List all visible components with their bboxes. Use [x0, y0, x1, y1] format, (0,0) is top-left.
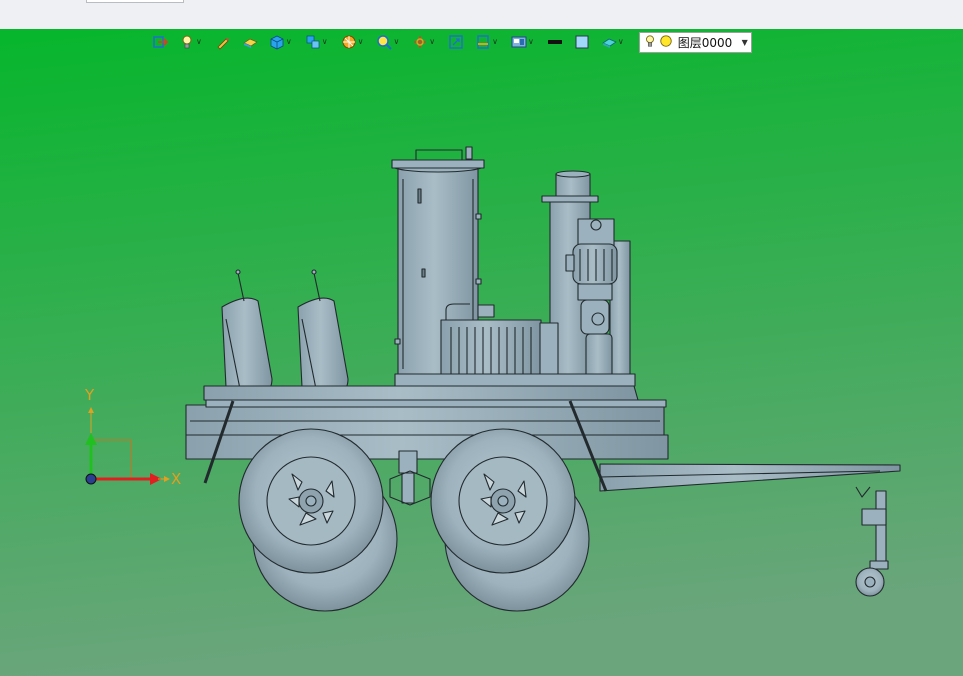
toolbar-button-shaded-solid[interactable] [240, 32, 260, 52]
toolbar-button-zoom-view[interactable]: ∨ [374, 32, 401, 52]
light-bulb-icon[interactable] [643, 34, 657, 51]
chevron-down-icon[interactable]: ∨ [196, 38, 202, 46]
render-sphere-icon [341, 34, 357, 50]
chevron-down-icon[interactable]: ∨ [322, 38, 328, 46]
chevron-down-icon[interactable]: ∨ [492, 38, 498, 46]
layer-select[interactable]: 图层0000 ▼ [638, 31, 752, 53]
toolbar-button-face-color[interactable] [572, 32, 592, 52]
3d-viewport[interactable]: X Y [0, 29, 963, 676]
multi-cube-icon [305, 34, 321, 50]
zoom-view-icon [376, 34, 393, 50]
exit-view-icon [152, 34, 168, 50]
ribbon-bottom-strip [0, 0, 963, 30]
chevron-down-icon[interactable]: ∨ [393, 38, 399, 46]
toolbar-button-line-color[interactable] [545, 32, 565, 52]
toolbar-button-sketch-pen[interactable] [213, 32, 233, 52]
sketch-pen-icon [215, 34, 231, 50]
chevron-down-icon[interactable]: ∨ [429, 38, 435, 46]
material-icon [601, 34, 617, 50]
toolbar-button-solid-cube[interactable]: ∨ [267, 32, 294, 52]
light-bulb-icon [179, 34, 195, 50]
view-toolbar: ∨ ∨ ∨ ∨ ∨ ∨ ∨ ∨ ∨ 图层0000 ▼ [150, 31, 752, 53]
viewport-canvas[interactable] [0, 29, 963, 676]
toolbar-button-material[interactable]: ∨ [599, 32, 626, 52]
layer-on-icon[interactable] [659, 34, 673, 51]
chevron-down-icon[interactable]: ∨ [286, 38, 292, 46]
x-axis-label: X [171, 470, 182, 488]
chevron-down-icon[interactable]: ∨ [618, 38, 624, 46]
toolbar-button-display-mode[interactable]: ∨ [509, 32, 536, 52]
section-view-icon [475, 34, 491, 50]
toolbar-button-render-sphere[interactable]: ∨ [339, 32, 366, 52]
y-axis-label: Y [85, 386, 95, 404]
pan-rotate-icon [412, 34, 428, 50]
toolbar-button-exit-view[interactable] [150, 32, 170, 52]
toolbar-button-section-view[interactable]: ∨ [473, 32, 500, 52]
toolbar-button-pan-rotate[interactable]: ∨ [410, 32, 437, 52]
solid-cube-icon [269, 34, 285, 50]
toolbar-button-multi-cube[interactable]: ∨ [303, 32, 330, 52]
shaded-solid-icon [242, 34, 258, 50]
toolbar-button-fit-view[interactable] [446, 32, 466, 52]
chevron-down-icon[interactable]: ∨ [528, 38, 534, 46]
line-color-icon [547, 34, 563, 50]
face-color-icon [574, 34, 590, 50]
fit-view-icon [448, 34, 464, 50]
dropdown-arrow-icon[interactable]: ▼ [742, 38, 748, 47]
toolbar-button-light-bulb[interactable]: ∨ [177, 32, 204, 52]
layer-name: 图层0000 [677, 35, 733, 50]
ribbon-tab-stub[interactable] [86, 0, 184, 3]
chevron-down-icon[interactable]: ∨ [358, 38, 364, 46]
triad-origin [85, 473, 97, 485]
display-mode-icon [511, 34, 527, 50]
